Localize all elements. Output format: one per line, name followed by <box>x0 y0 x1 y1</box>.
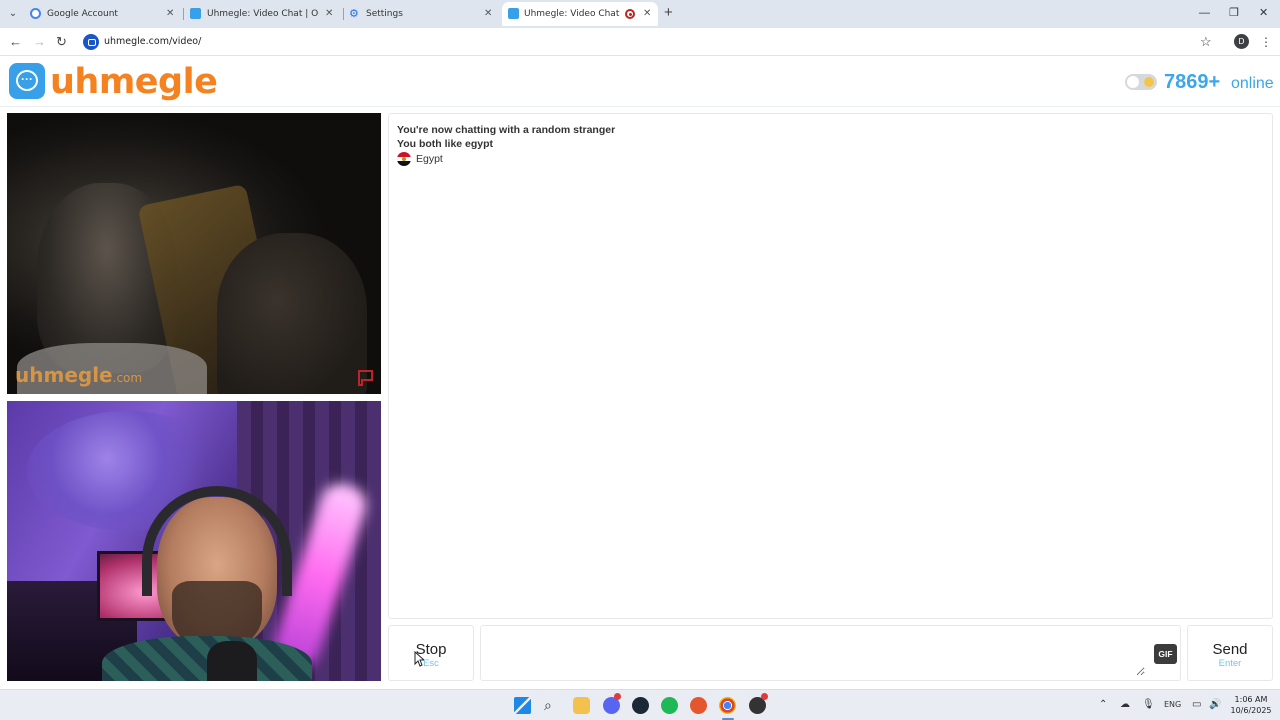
url-text[interactable]: uhmegle.com/video/ <box>104 31 201 53</box>
recording-indicator-icon <box>625 9 635 19</box>
close-icon[interactable]: ✕ <box>643 2 651 26</box>
tab-uhmegle-1[interactable]: Uhmegle: Video Chat | Omegle ✕ <box>188 2 340 26</box>
online-label: online <box>1231 75 1274 92</box>
cloud-offline-icon[interactable]: ☁ <box>1120 697 1130 713</box>
volume-icon[interactable]: 🔊 <box>1209 697 1221 713</box>
google-icon <box>30 8 41 19</box>
toggle-knob <box>1127 76 1139 88</box>
watermark-suffix: .com <box>112 371 143 385</box>
send-label: Send <box>1212 641 1248 658</box>
tab-settings[interactable]: ⚙ Settings ✕ <box>347 2 497 26</box>
send-shortcut-hint: Enter <box>1218 658 1242 669</box>
network-icon[interactable]: ▭ <box>1192 697 1201 713</box>
tab-title: Google Account <box>47 9 118 19</box>
tab-title: Uhmegle: Video Chat | Omegle <box>207 9 319 19</box>
spotify-icon[interactable] <box>661 697 678 714</box>
back-arrow-icon[interactable]: ← <box>9 33 22 51</box>
browser-menu-icon[interactable]: ⋮ <box>1260 33 1272 51</box>
message-box: GIF <box>480 625 1181 681</box>
bookmark-star-icon[interactable]: ☆ <box>1200 33 1212 51</box>
clock-date: 10/6/2025 <box>1230 706 1272 715</box>
self-video <box>7 401 381 681</box>
forward-arrow-icon[interactable]: → <box>33 33 46 51</box>
theme-toggle[interactable] <box>1125 74 1157 90</box>
country-name: Egypt <box>416 153 443 165</box>
close-window-icon[interactable]: ✕ <box>1259 4 1268 22</box>
chrome-icon[interactable] <box>719 697 736 714</box>
tab-title: Uhmegle: Video Chat | Omegle <box>524 9 620 19</box>
tab-uhmegle-active[interactable]: Uhmegle: Video Chat | Omegle ✕ <box>502 2 658 26</box>
egypt-flag-icon <box>397 152 411 166</box>
notification-badge <box>614 693 621 700</box>
tab-separator <box>183 8 184 20</box>
watermark-text: uhmegle <box>15 363 113 387</box>
browser-tab-bar: ⌄ Google Account ✕ Uhmegle: Video Chat |… <box>0 0 1280 28</box>
tab-google-account[interactable]: Google Account ✕ <box>28 2 180 26</box>
microphone-icon[interactable]: 🎙 <box>1142 697 1155 713</box>
logo-text[interactable]: uhmegle <box>50 60 218 104</box>
windows-taskbar: ⌕ ⌃ ☁ 🎙 ENG ▭ 🔊 1:06 AM 10/6/2025 <box>0 689 1280 720</box>
close-icon[interactable]: ✕ <box>166 2 174 26</box>
tab-search-chevron-icon[interactable]: ⌄ <box>4 5 22 23</box>
stop-shortcut-hint: Esc <box>423 658 439 669</box>
steam-icon[interactable] <box>632 697 649 714</box>
uhmegle-favicon-icon <box>508 8 519 19</box>
system-clock[interactable]: 1:06 AM 10/6/2025 <box>1228 694 1274 716</box>
recording-badge <box>761 693 768 700</box>
windows-start-icon[interactable] <box>514 697 531 714</box>
profile-avatar[interactable]: D <box>1234 34 1249 49</box>
mouse-cursor-icon <box>414 651 424 667</box>
system-message: You're now chatting with a random strang… <box>397 124 616 136</box>
sun-icon <box>1144 77 1154 87</box>
language-indicator[interactable]: ENG <box>1164 698 1181 712</box>
close-icon[interactable]: ✕ <box>484 2 492 26</box>
report-flag-icon[interactable] <box>357 370 375 386</box>
ea-app-icon[interactable] <box>690 697 707 714</box>
new-tab-button[interactable]: + <box>664 4 673 22</box>
close-icon[interactable]: ✕ <box>325 2 333 26</box>
stop-label: Stop <box>415 641 447 658</box>
clock-time: 1:06 AM <box>1234 695 1268 704</box>
tray-overflow-chevron-icon[interactable]: ⌃ <box>1099 697 1107 713</box>
tab-title: Settings <box>366 9 403 19</box>
gif-button[interactable]: GIF <box>1154 644 1177 664</box>
send-button[interactable]: Send Enter <box>1187 625 1273 681</box>
online-count: 7869+ <box>1164 71 1221 93</box>
message-input[interactable] <box>485 630 1145 676</box>
system-message: You both like egypt <box>397 138 494 150</box>
address-bar-row: ← → ↻ uhmegle.com/video/ ☆ D ⋮ <box>0 28 1280 56</box>
site-header: ··· uhmegle 7869+ online <box>0 57 1280 107</box>
search-icon[interactable]: ⌕ <box>544 696 552 714</box>
video-watermark: uhmegle.com <box>15 363 142 390</box>
minimize-icon[interactable]: — <box>1199 4 1210 22</box>
uhmegle-favicon-icon <box>190 8 201 19</box>
site-info-icon[interactable] <box>83 34 99 50</box>
restore-icon[interactable]: ❐ <box>1229 4 1239 22</box>
stranger-video: uhmegle.com <box>7 113 381 394</box>
reload-icon[interactable]: ↻ <box>56 33 67 51</box>
tab-separator <box>343 8 344 20</box>
chat-log: You're now chatting with a random strang… <box>388 113 1273 619</box>
file-explorer-icon[interactable] <box>573 697 590 714</box>
omnibox[interactable]: uhmegle.com/video/ <box>80 31 1220 53</box>
stop-button[interactable]: Stop Esc <box>388 625 474 681</box>
uhmegle-logo-icon[interactable]: ··· <box>9 63 45 99</box>
gear-icon: ⚙ <box>349 7 359 20</box>
